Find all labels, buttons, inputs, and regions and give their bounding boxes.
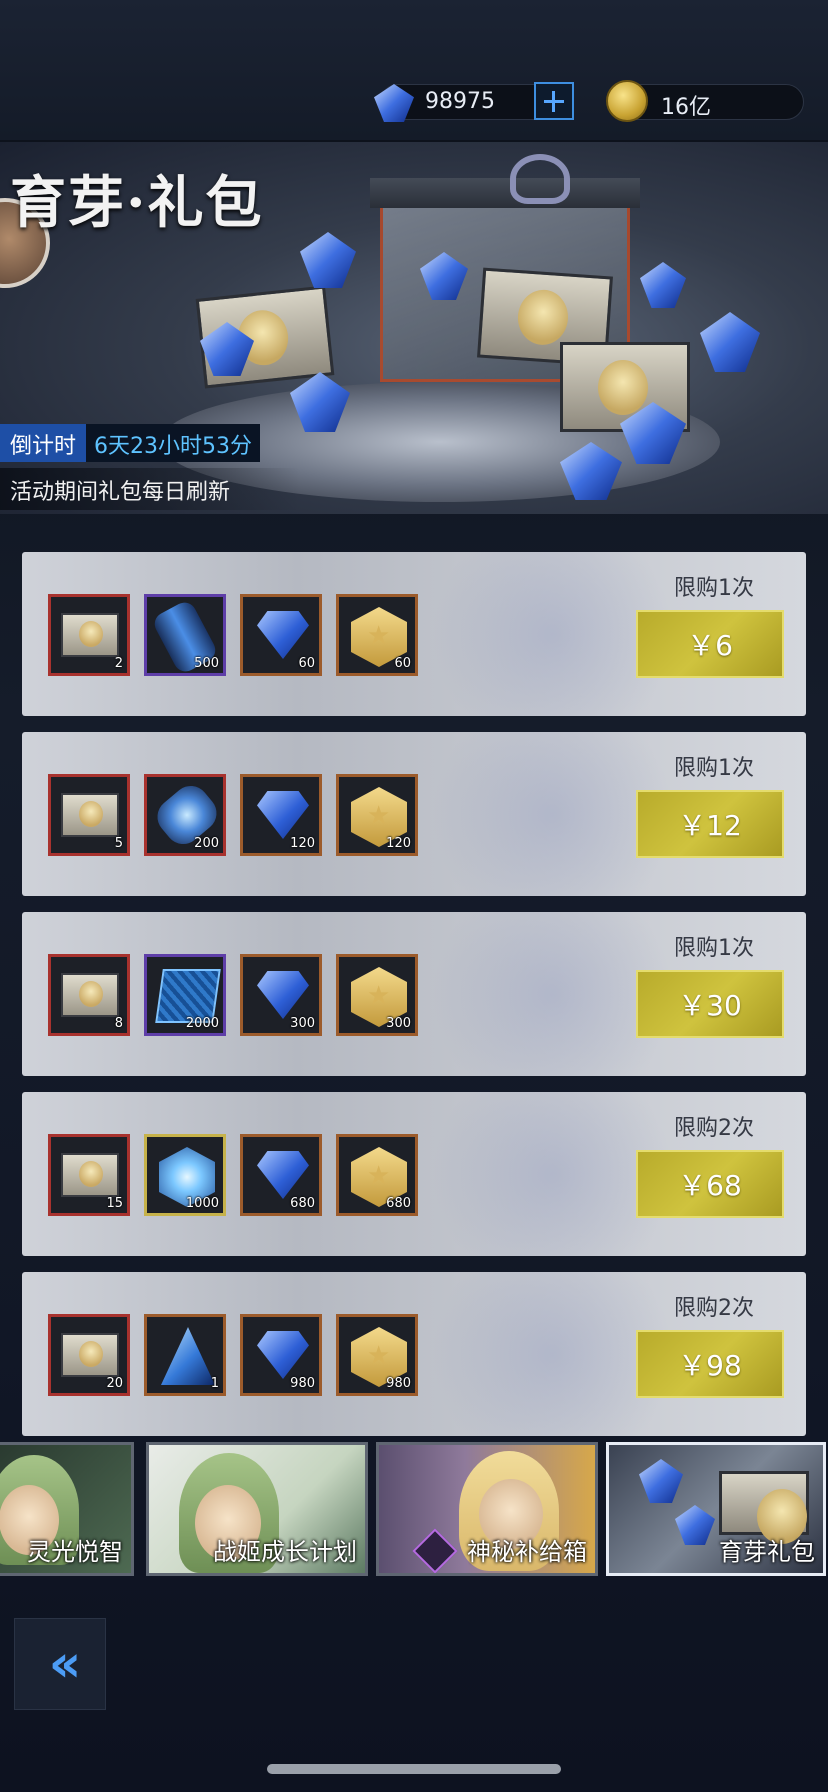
pack-item[interactable]: 20 (48, 1314, 130, 1396)
item-count: 980 (386, 1376, 411, 1391)
card-art (719, 1471, 809, 1544)
item-count: 500 (194, 656, 219, 671)
prism-icon (161, 1327, 215, 1385)
banner-title: 育芽·礼包 (10, 170, 264, 236)
purchase-limit: 限购2次 (674, 1296, 754, 1321)
tab-lingguang[interactable]: 灵光悦智 (0, 1442, 134, 1576)
add-gems-button[interactable] (534, 82, 574, 120)
giftbox-lid-art (370, 178, 640, 208)
buy-button[interactable]: ￥6 (636, 610, 784, 678)
pack-row: 20 1 980 980 限购2次 ￥98 (22, 1272, 806, 1436)
pack-row: 5 200 120 120 限购1次 ￥12 (22, 732, 806, 896)
item-count: 2 (114, 656, 123, 671)
item-count: 2000 (185, 1016, 219, 1031)
item-count: 300 (290, 1016, 315, 1031)
pack-item[interactable]: 15 (48, 1134, 130, 1216)
pack-item[interactable]: 2 (48, 594, 130, 676)
blue-gem-icon (257, 611, 309, 659)
pack-item[interactable]: 680 (240, 1134, 322, 1216)
blue-gem-icon (257, 1151, 309, 1199)
tab-label: 战姬成长计划 (213, 1538, 357, 1566)
ticket-icon (61, 613, 119, 657)
pack-item[interactable]: 680 (336, 1134, 418, 1216)
pack-item[interactable]: 60 (240, 594, 322, 676)
tab-label: 神秘补给箱 (467, 1538, 587, 1566)
pack-item[interactable]: 1 (144, 1314, 226, 1396)
countdown-value: 6天23小时53分 (86, 424, 261, 462)
item-count: 120 (386, 836, 411, 851)
buy-button[interactable]: ￥12 (636, 790, 784, 858)
crystal-art (640, 262, 686, 308)
buy-button[interactable]: ￥30 (636, 970, 784, 1038)
ticket-icon (61, 973, 119, 1017)
crystal-art (639, 1459, 683, 1503)
crystal-art (300, 232, 356, 288)
item-count: 200 (194, 836, 219, 851)
gem-count: 98975 (425, 89, 495, 114)
item-count: 60 (298, 656, 315, 671)
tab-label: 育芽礼包 (719, 1538, 815, 1566)
countdown: 倒计时 6天23小时53分 (0, 424, 261, 462)
pack-item[interactable]: 5 (48, 774, 130, 856)
pack-row: 8 2000 300 300 限购1次 ￥30 (22, 912, 806, 1076)
ticket-icon (61, 1153, 119, 1197)
purchase-limit: 限购1次 (674, 576, 754, 601)
blue-gem-icon (257, 791, 309, 839)
pack-item[interactable]: 980 (336, 1314, 418, 1396)
chip-icon (155, 969, 221, 1023)
item-count: 300 (386, 1016, 411, 1031)
blue-gem-icon (257, 971, 309, 1019)
pack-item[interactable]: 200 (144, 774, 226, 856)
pack-item[interactable]: 300 (240, 954, 322, 1036)
pack-item[interactable]: 2000 (144, 954, 226, 1036)
crystal-art (675, 1505, 715, 1545)
item-count: 20 (106, 1376, 123, 1391)
pack-row: 15 1000 680 680 限购2次 ￥68 (22, 1092, 806, 1256)
double-chevron-left-icon: ‹‹ (48, 1634, 82, 1694)
item-count: 120 (290, 836, 315, 851)
ticket-icon (61, 1333, 119, 1377)
item-count: 980 (290, 1376, 315, 1391)
pack-item[interactable]: 120 (240, 774, 322, 856)
item-count: 1 (210, 1376, 219, 1391)
item-count: 680 (386, 1196, 411, 1211)
buy-button[interactable]: ￥98 (636, 1330, 784, 1398)
pack-item[interactable]: 120 (336, 774, 418, 856)
refresh-notice: 活动期间礼包每日刷新 (0, 468, 300, 510)
purchase-limit: 限购2次 (674, 1116, 754, 1141)
gold-count: 16亿 (661, 95, 711, 120)
pack-item[interactable]: 300 (336, 954, 418, 1036)
blue-gem-icon (257, 1331, 309, 1379)
item-count: 60 (394, 656, 411, 671)
tab-sprout-pack[interactable]: 育芽礼包 (606, 1442, 826, 1576)
pack-item[interactable]: 500 (144, 594, 226, 676)
back-button[interactable]: ‹‹ (14, 1618, 106, 1710)
buy-button[interactable]: ￥68 (636, 1150, 784, 1218)
pack-item[interactable]: 1000 (144, 1134, 226, 1216)
tab-mystery-supply[interactable]: 神秘补给箱 (376, 1442, 598, 1576)
countdown-label: 倒计时 (0, 424, 87, 462)
pack-item[interactable]: 60 (336, 594, 418, 676)
pack-row: 2 500 60 60 限购1次 ￥6 (22, 552, 806, 716)
supply-crate-icon (412, 1528, 458, 1573)
purchase-limit: 限购1次 (674, 756, 754, 781)
item-count: 8 (114, 1016, 123, 1031)
home-indicator[interactable] (267, 1764, 561, 1774)
crystal-art (700, 312, 760, 372)
tab-growth-plan[interactable]: 战姬成长计划 (146, 1442, 368, 1576)
pack-item[interactable]: 8 (48, 954, 130, 1036)
item-count: 1000 (185, 1196, 219, 1211)
gold-coin-icon (606, 80, 648, 122)
currency-bar: 98975 16亿 (0, 0, 828, 140)
purchase-limit: 限购1次 (674, 936, 754, 961)
ticket-icon (61, 793, 119, 837)
item-count: 5 (114, 836, 123, 851)
ribbon-art (510, 154, 570, 204)
item-count: 15 (106, 1196, 123, 1211)
item-count: 680 (290, 1196, 315, 1211)
pack-item[interactable]: 980 (240, 1314, 322, 1396)
tab-label: 灵光悦智 (27, 1538, 123, 1566)
